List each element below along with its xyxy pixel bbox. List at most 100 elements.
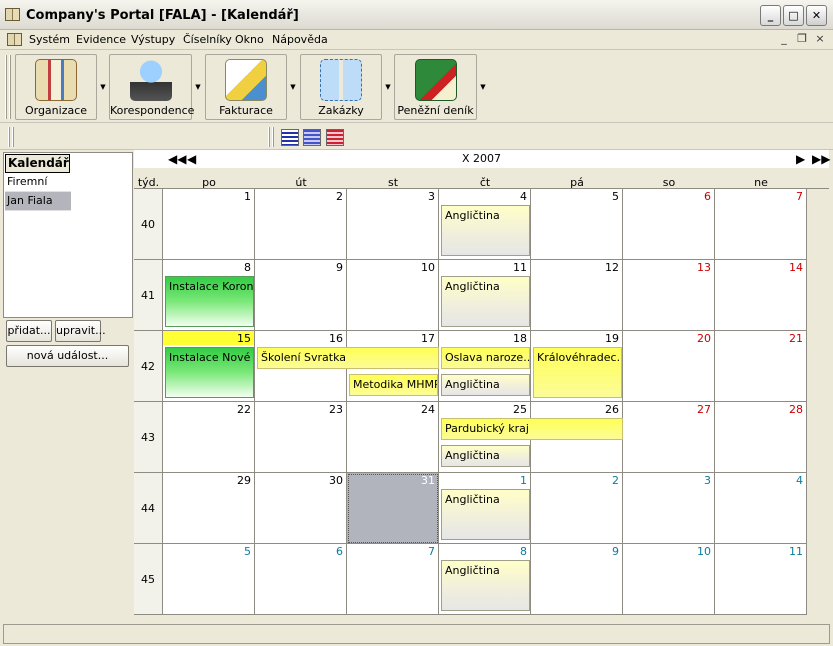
day-cell[interactable]: 27 — [623, 402, 715, 473]
week-number: 43 — [134, 402, 163, 473]
next-year-icon[interactable]: ▶▶ — [812, 152, 830, 166]
toolbar-grip[interactable] — [268, 127, 270, 147]
event-anglictina[interactable]: Angličtina — [441, 205, 530, 256]
korespondence-button[interactable]: Korespondence — [109, 54, 194, 120]
day-number: 14 — [789, 261, 803, 274]
event-pardubicky-kraj[interactable]: Pardubický kraj — [441, 418, 623, 440]
organizace-dropdown-icon[interactable]: ▼ — [98, 54, 108, 120]
toolbar-grip[interactable] — [5, 55, 7, 119]
day-number: 11 — [513, 261, 527, 274]
event-oslava-narozenin[interactable]: Oslava naroze... — [441, 347, 530, 369]
edit-calendar-button[interactable]: upravit... — [55, 320, 106, 342]
child-window-icon[interactable] — [7, 33, 22, 46]
menu-okno[interactable]: Okno — [235, 33, 264, 46]
fakturace-label: Fakturace — [219, 104, 273, 117]
day-number: 15 — [237, 332, 251, 345]
event-metodika-mhmp[interactable]: Metodika MHMP — [349, 374, 438, 396]
day-cell[interactable]: 13 — [623, 260, 715, 331]
calendar-item-jan-fiala[interactable]: Jan Fiala — [5, 192, 71, 211]
day-number: 7 — [796, 190, 803, 203]
mdi-minimize-button[interactable]: _ — [777, 33, 791, 46]
event-anglictina[interactable]: Angličtina — [441, 489, 530, 540]
event-anglictina[interactable]: Angličtina — [441, 560, 530, 611]
day-number: 3 — [428, 190, 435, 203]
new-event-button[interactable]: nová událost... — [6, 345, 129, 367]
menu-napoveda[interactable]: Nápověda — [272, 33, 328, 46]
day-cell[interactable]: 7 — [715, 189, 807, 260]
day-cell[interactable]: 9 — [255, 260, 347, 331]
toolbar-grip[interactable] — [12, 127, 14, 147]
day-cell[interactable]: 28 — [715, 402, 807, 473]
menu-vystupy[interactable]: Výstupy — [131, 33, 175, 46]
day-cell[interactable]: 20 — [623, 331, 715, 402]
menu-ciselniky[interactable]: Číselníky — [183, 33, 232, 46]
next-month-icon[interactable]: ▶ — [796, 152, 805, 166]
day-number: 9 — [612, 545, 619, 558]
mdi-close-button[interactable]: × — [813, 33, 827, 46]
day-cell[interactable]: 6 — [255, 544, 347, 615]
blue-flag-icon[interactable] — [281, 129, 299, 146]
minimize-button[interactable]: _ — [760, 5, 781, 26]
fakturace-dropdown-icon[interactable]: ▼ — [288, 54, 298, 120]
day-number: 5 — [244, 545, 251, 558]
day-number: 19 — [605, 332, 619, 345]
day-cell[interactable]: 10 — [623, 544, 715, 615]
month-calendar: ◀◀ ◀ X 2007 ▶ ▶▶ týd. po út st čt pá so … — [134, 150, 830, 624]
day-cell[interactable]: 22 — [163, 402, 255, 473]
day-cell[interactable]: 7 — [347, 544, 439, 615]
day-cell[interactable]: 14 — [715, 260, 807, 331]
zakazky-button[interactable]: Zakázky — [300, 54, 382, 120]
toolbar-grip[interactable] — [9, 55, 11, 119]
day-cell[interactable]: 21 — [715, 331, 807, 402]
day-cell[interactable]: 2 — [531, 473, 623, 544]
organizace-button[interactable]: Organizace — [15, 54, 97, 120]
blue-stripes-icon[interactable] — [303, 129, 321, 146]
event-anglictina[interactable]: Angličtina — [441, 445, 530, 467]
korespondence-dropdown-icon[interactable]: ▼ — [193, 54, 203, 120]
day-cell[interactable]: 2 — [255, 189, 347, 260]
day-cell[interactable]: 5 — [531, 189, 623, 260]
maximize-button[interactable]: □ — [783, 5, 804, 26]
event-instalace-nove[interactable]: Instalace Nové ... — [165, 347, 254, 398]
day-cell[interactable]: 1 — [163, 189, 255, 260]
add-calendar-button[interactable]: přidat... — [6, 320, 52, 342]
event-kralovehradec[interactable]: Královéhradec... — [533, 347, 622, 398]
day-cell[interactable]: 5 — [163, 544, 255, 615]
day-cell[interactable]: 4 — [715, 473, 807, 544]
day-cell[interactable]: 12 — [531, 260, 623, 331]
day-cell[interactable]: 23 — [255, 402, 347, 473]
day-number: 18 — [513, 332, 527, 345]
day-cell[interactable]: 3 — [347, 189, 439, 260]
calendar-item-firemni[interactable]: Firemní — [5, 173, 71, 192]
fakturace-button[interactable]: Fakturace — [205, 54, 287, 120]
penezni-denik-button[interactable]: Peněžní deník — [394, 54, 477, 120]
day-cell[interactable]: 3 — [623, 473, 715, 544]
day-cell[interactable]: 10 — [347, 260, 439, 331]
menu-evidence[interactable]: Evidence — [76, 33, 126, 46]
toolbar-grip[interactable] — [272, 127, 274, 147]
penezni-denik-dropdown-icon[interactable]: ▼ — [478, 54, 488, 120]
day-number: 11 — [789, 545, 803, 558]
today-cell[interactable]: 31 — [347, 473, 439, 544]
menu-system[interactable]: Systém — [29, 33, 70, 46]
toolbar-grip[interactable] — [8, 127, 10, 147]
event-skoleni-svratka[interactable]: Školení Svratka — [257, 347, 439, 369]
zakazky-dropdown-icon[interactable]: ▼ — [383, 54, 393, 120]
title-bar: Company's Portal [FALA] - [Kalendář] _ □… — [0, 0, 833, 30]
invoice-icon — [225, 59, 267, 101]
day-cell[interactable]: 6 — [623, 189, 715, 260]
app-book-icon[interactable] — [5, 8, 20, 21]
day-number: 22 — [237, 403, 251, 416]
event-anglictina[interactable]: Angličtina — [441, 374, 530, 396]
day-cell[interactable]: 29 — [163, 473, 255, 544]
day-cell[interactable]: 9 — [531, 544, 623, 615]
mdi-restore-button[interactable]: ❐ — [795, 33, 809, 46]
close-button[interactable]: ✕ — [806, 5, 827, 26]
day-cell[interactable]: 11 — [715, 544, 807, 615]
red-stripes-icon[interactable] — [326, 129, 344, 146]
event-instalace-koron[interactable]: Instalace Koron... — [165, 276, 254, 327]
day-cell[interactable]: 24 — [347, 402, 439, 473]
day-cell[interactable]: 30 — [255, 473, 347, 544]
status-bar — [3, 624, 830, 644]
event-anglictina[interactable]: Angličtina — [441, 276, 530, 327]
